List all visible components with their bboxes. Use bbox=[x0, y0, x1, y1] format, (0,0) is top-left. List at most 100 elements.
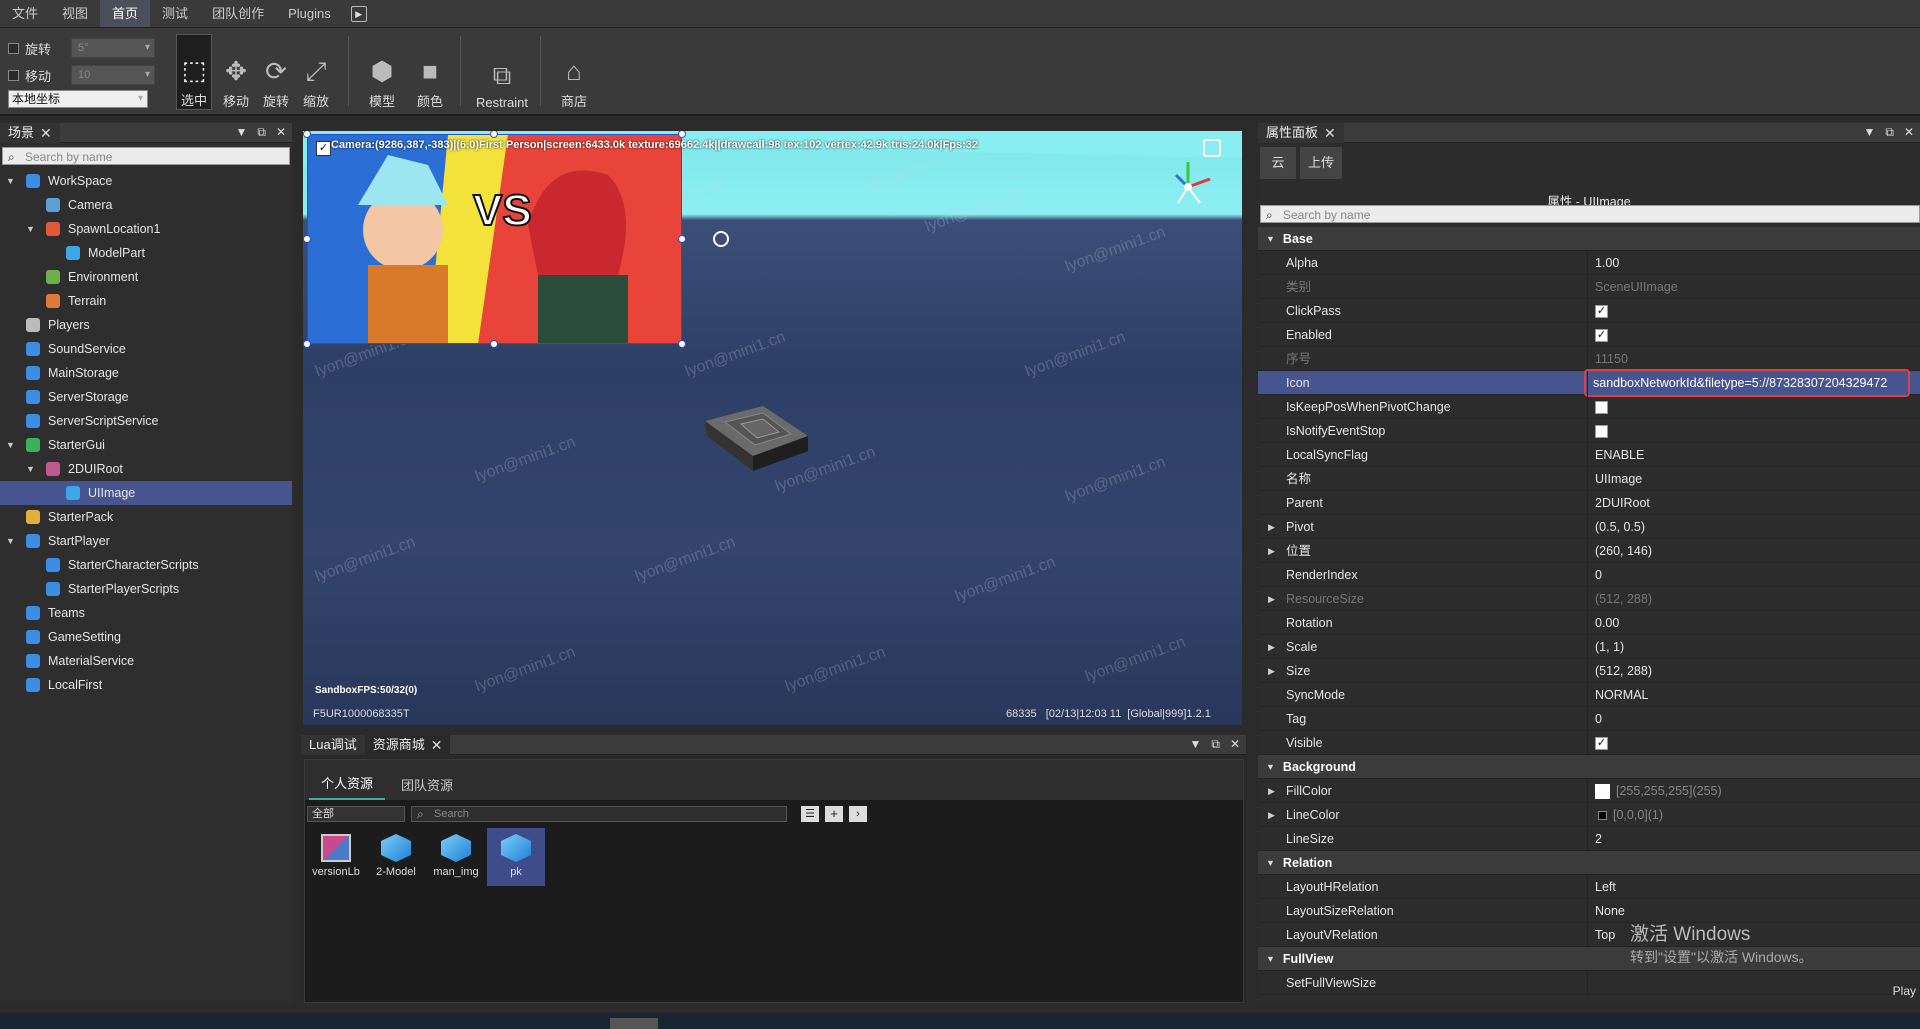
expand-arrow-icon[interactable]: ▶ bbox=[1268, 659, 1275, 683]
property-row[interactable]: SetFullViewSize bbox=[1258, 970, 1920, 995]
tree-item[interactable]: ServerStorage bbox=[0, 385, 292, 409]
cloud-button[interactable]: 云 bbox=[1260, 147, 1296, 179]
tree-item[interactable]: Terrain bbox=[0, 289, 292, 313]
property-value[interactable]: [255,255,255](255) bbox=[1588, 779, 1920, 803]
subtab-team[interactable]: 团队资源 bbox=[389, 769, 465, 800]
resize-handle[interactable] bbox=[303, 340, 311, 348]
resource-filter-select[interactable]: 全部 bbox=[307, 806, 405, 822]
expand-arrow-icon[interactable]: ▼ bbox=[6, 536, 15, 546]
tree-item[interactable]: LocalFirst bbox=[0, 673, 292, 697]
scene-search-input[interactable]: ⌕ Search by name bbox=[2, 147, 290, 165]
properties-tab[interactable]: 属性面板 ✕ bbox=[1258, 122, 1344, 143]
expand-arrow-icon[interactable]: ▶ bbox=[1268, 635, 1275, 659]
menu-item[interactable]: 视图 bbox=[50, 0, 100, 27]
dropdown-icon[interactable]: ▼ bbox=[1863, 125, 1875, 140]
snap-move-checkbox[interactable] bbox=[8, 69, 19, 81]
property-group[interactable]: ▼ FullView bbox=[1258, 947, 1920, 971]
tree-item[interactable]: StarterPack bbox=[0, 505, 292, 529]
tree-item[interactable]: Teams bbox=[0, 601, 292, 625]
snap-rotate-checkbox[interactable] bbox=[8, 42, 19, 54]
tree-item[interactable]: MaterialService bbox=[0, 649, 292, 673]
scale-tool-button[interactable]: ⤢ 缩放 bbox=[298, 34, 334, 110]
play-icon[interactable]: ▶ bbox=[350, 6, 367, 22]
property-value[interactable]: (0.5, 0.5) bbox=[1588, 515, 1920, 539]
property-value[interactable]: NORMAL bbox=[1588, 683, 1920, 707]
close-icon[interactable]: ✕ bbox=[431, 735, 443, 755]
dropdown-icon[interactable]: ▼ bbox=[235, 125, 247, 140]
checkbox[interactable]: ✓ bbox=[1595, 328, 1608, 342]
property-value[interactable] bbox=[1588, 971, 1920, 995]
axis-gizmo-icon[interactable] bbox=[1158, 157, 1218, 212]
property-row[interactable]: LocalSyncFlag ENABLE bbox=[1258, 442, 1920, 467]
model-part-object[interactable] bbox=[703, 396, 813, 476]
property-row[interactable]: 类别 SceneUIImage bbox=[1258, 274, 1920, 299]
resize-handle[interactable] bbox=[490, 340, 498, 348]
property-value[interactable]: 2 bbox=[1588, 827, 1920, 851]
tree-item[interactable]: UIImage bbox=[0, 481, 292, 505]
checkbox[interactable] bbox=[1595, 400, 1608, 414]
close-icon[interactable]: ✕ bbox=[1230, 737, 1240, 752]
expand-arrow-icon[interactable]: ▼ bbox=[26, 464, 35, 474]
close-icon[interactable]: ✕ bbox=[40, 123, 52, 143]
tab-resource-store[interactable]: 资源商城 ✕ bbox=[364, 734, 451, 755]
expand-arrow-icon[interactable]: ▶ bbox=[1268, 803, 1275, 827]
rotate-tool-button[interactable]: ⟳ 旋转 bbox=[258, 34, 294, 110]
property-group[interactable]: ▼ Relation bbox=[1258, 851, 1920, 875]
collapse-arrow-icon[interactable]: ▼ bbox=[1266, 234, 1275, 244]
tree-item[interactable]: Camera bbox=[0, 193, 292, 217]
property-value[interactable]: (512, 288) bbox=[1588, 659, 1920, 683]
property-value[interactable]: ✓ bbox=[1588, 299, 1920, 323]
tree-item[interactable]: ▼ 2DUIRoot bbox=[0, 457, 292, 481]
tree-item[interactable]: MainStorage bbox=[0, 361, 292, 385]
expand-arrow-icon[interactable]: ▶ bbox=[1268, 515, 1275, 539]
resource-search-input[interactable]: ⌕ Search bbox=[411, 806, 787, 822]
resize-handle[interactable] bbox=[678, 235, 686, 243]
collapse-arrow-icon[interactable]: ▼ bbox=[1266, 762, 1275, 772]
property-row[interactable]: Alpha 1.00 bbox=[1258, 250, 1920, 275]
property-row[interactable]: Icon sandboxNetworkId&filetype=5://873283… bbox=[1258, 368, 1920, 397]
tree-item[interactable]: Environment bbox=[0, 265, 292, 289]
property-row[interactable]: LayoutVRelation Top bbox=[1258, 922, 1920, 947]
viewport[interactable]: lyon@mini1.cn lyon@mini1.cn lyon@mini1.cn l… bbox=[303, 131, 1242, 725]
property-row[interactable]: SyncMode NORMAL bbox=[1258, 682, 1920, 707]
asset-item[interactable]: man_img bbox=[427, 828, 485, 886]
property-value[interactable]: 0.00 bbox=[1588, 611, 1920, 635]
ui-image-preview[interactable]: VS ✓ bbox=[307, 134, 682, 344]
add-icon[interactable]: + bbox=[825, 806, 843, 822]
property-row[interactable]: IsKeepPosWhenPivotChange bbox=[1258, 394, 1920, 419]
restraint-button[interactable]: ⧉ Restraint bbox=[474, 34, 530, 110]
menu-item[interactable]: 文件 bbox=[0, 0, 50, 27]
color-button[interactable]: ■ 颜色 bbox=[410, 34, 450, 110]
asset-item[interactable]: versionLb bbox=[307, 828, 365, 886]
property-value[interactable]: ✓ bbox=[1588, 731, 1920, 755]
property-value[interactable]: UIImage bbox=[1588, 467, 1920, 491]
property-row[interactable]: Parent 2DUIRoot bbox=[1258, 490, 1920, 515]
checkbox[interactable] bbox=[1595, 424, 1608, 438]
taskbar-item[interactable] bbox=[610, 1018, 658, 1029]
property-value[interactable] bbox=[1588, 419, 1920, 443]
menu-item[interactable]: Plugins bbox=[276, 0, 343, 27]
menu-item[interactable]: 测试 bbox=[150, 0, 200, 27]
property-value[interactable]: [0,0,0](1) bbox=[1588, 803, 1920, 827]
property-value[interactable]: 11150 bbox=[1588, 347, 1920, 371]
property-value[interactable]: 0 bbox=[1588, 563, 1920, 587]
property-row[interactable]: Tag 0 bbox=[1258, 706, 1920, 731]
resize-handle[interactable] bbox=[303, 235, 311, 243]
property-value[interactable]: 1.00 bbox=[1588, 251, 1920, 275]
expand-arrow-icon[interactable]: ▼ bbox=[6, 176, 15, 186]
resize-handle[interactable] bbox=[678, 340, 686, 348]
property-value[interactable]: ENABLE bbox=[1588, 443, 1920, 467]
scene-tab[interactable]: 场景 ✕ bbox=[0, 122, 60, 143]
lock-icon[interactable] bbox=[1203, 139, 1221, 157]
property-row[interactable]: Rotation 0.00 bbox=[1258, 610, 1920, 635]
property-value[interactable]: SceneUIImage bbox=[1588, 275, 1920, 299]
properties-search-input[interactable]: ⌕ Search by name bbox=[1260, 205, 1920, 223]
tree-item[interactable]: ▼ StarterGui bbox=[0, 433, 292, 457]
expand-arrow-icon[interactable]: ▶ bbox=[1268, 539, 1275, 563]
asset-item[interactable]: 2-Model bbox=[367, 828, 425, 886]
model-button[interactable]: ⬢ 模型 bbox=[362, 34, 402, 110]
tree-item[interactable]: SoundService bbox=[0, 337, 292, 361]
dropdown-icon[interactable]: ▼ bbox=[1189, 737, 1201, 752]
coordinate-mode-select[interactable]: 本地坐标 bbox=[8, 90, 148, 108]
tree-item[interactable]: ▼ StartPlayer bbox=[0, 529, 292, 553]
